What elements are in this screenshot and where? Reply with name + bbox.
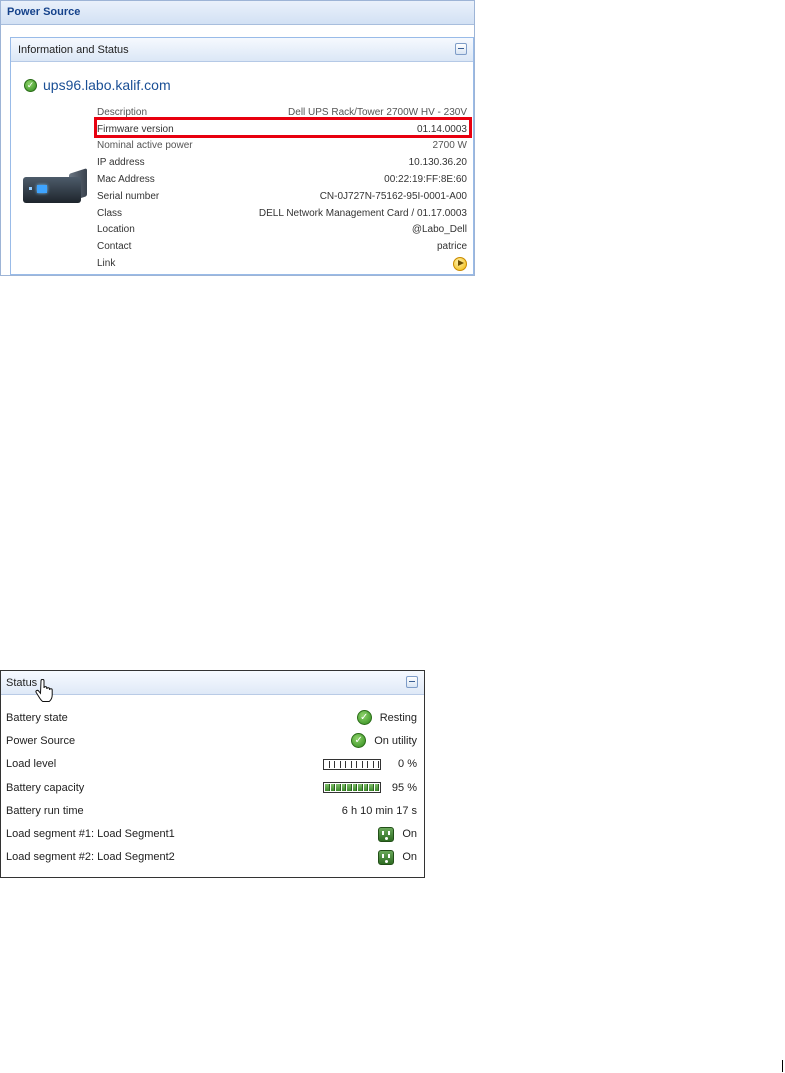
info-value: CN-0J727N-75162-95I-0001-A00 xyxy=(319,190,467,202)
battery-capacity-bar xyxy=(323,782,381,794)
info-label: Contact xyxy=(97,241,132,253)
info-label: Link xyxy=(97,258,116,270)
info-value: 00:22:19:FF:8E:60 xyxy=(384,174,467,186)
bar-segment xyxy=(325,784,330,792)
bar-segment xyxy=(325,760,330,768)
status-label: Power Source xyxy=(6,734,76,747)
info-value: 2700 W xyxy=(432,140,467,152)
info-label: Nominal active power xyxy=(97,140,193,152)
bar-segment xyxy=(374,784,379,792)
status-label: Battery run time xyxy=(6,804,84,817)
info-row-contact: Contact patrice xyxy=(97,238,467,255)
hand-cursor-icon xyxy=(35,679,53,702)
status-row-load-level: Load level 0 % xyxy=(6,753,417,776)
status-row-battery-state: Battery state ✓ Resting xyxy=(6,706,417,729)
status-title: Status xyxy=(6,677,38,689)
status-value: 95 % xyxy=(391,781,417,794)
host-name[interactable]: ups96.labo.kalif.com xyxy=(43,77,171,93)
status-label: Battery state xyxy=(6,711,68,724)
collapse-icon[interactable] xyxy=(455,43,467,55)
info-table: Description Dell UPS Rack/Tower 2700W HV… xyxy=(97,104,467,272)
ok-check-icon: ✓ xyxy=(356,710,372,726)
info-value: patrice xyxy=(436,241,467,253)
outlet-icon xyxy=(378,826,395,842)
bar-segment xyxy=(352,784,357,792)
bar-segment xyxy=(358,760,363,768)
info-label: Location xyxy=(97,224,135,236)
status-label: Battery capacity xyxy=(6,781,85,794)
bar-segment xyxy=(336,760,341,768)
info-row-nominal-power: Nominal active power 2700 W xyxy=(97,138,467,155)
status-value: On xyxy=(402,851,417,864)
info-label: Mac Address xyxy=(97,174,155,186)
ok-check-icon: ✓ xyxy=(24,78,37,92)
status-value: On xyxy=(402,828,417,841)
bar-segment xyxy=(341,760,346,768)
info-row-serial: Serial number CN-0J727N-75162-95I-0001-A… xyxy=(97,188,467,205)
info-value: DELL Network Management Card / 01.17.000… xyxy=(258,207,467,219)
info-label: Description xyxy=(97,106,148,118)
status-label: Load level xyxy=(6,758,57,771)
status-row-runtime: Battery run time 6 h 10 min 17 s xyxy=(6,799,417,822)
info-row-ip: IP address 10.130.36.20 xyxy=(97,154,467,171)
info-row-link: Link xyxy=(97,255,467,272)
bar-segment xyxy=(347,760,352,768)
bar-segment xyxy=(352,760,357,768)
info-row-mac: Mac Address 00:22:19:FF:8E:60 xyxy=(97,171,467,188)
info-value: 01.14.0003 xyxy=(416,123,467,135)
status-row-power-source: Power Source ✓ On utility xyxy=(6,729,417,752)
info-label: Firmware version xyxy=(97,123,174,135)
bar-segment xyxy=(363,784,368,792)
bar-segment xyxy=(363,760,368,768)
status-value: On utility xyxy=(374,734,417,747)
bar-segment xyxy=(358,784,363,792)
bar-segment xyxy=(369,760,374,768)
collapse-icon[interactable] xyxy=(406,676,418,688)
info-row-description: Description Dell UPS Rack/Tower 2700W HV… xyxy=(97,104,467,121)
status-value: 0 % xyxy=(398,758,417,771)
info-row-location: Location @Labo_Dell xyxy=(97,222,467,239)
information-status-title: Information and Status xyxy=(18,44,129,56)
ups-device-image xyxy=(23,168,89,203)
outlet-icon xyxy=(378,849,395,865)
status-row-battery-capacity: Battery capacity 95 % xyxy=(6,776,417,799)
status-label: Load segment #2: Load Segment2 xyxy=(6,851,175,864)
status-row-load-segment-1: Load segment #1: Load Segment1 On xyxy=(6,822,417,845)
info-label: IP address xyxy=(97,157,145,169)
info-value: Dell UPS Rack/Tower 2700W HV - 230V xyxy=(288,106,467,118)
info-row-class: Class DELL Network Management Card / 01.… xyxy=(97,205,467,222)
information-status-header: Information and Status xyxy=(11,38,473,62)
ok-check-icon: ✓ xyxy=(351,733,367,749)
status-value: 6 h 10 min 17 s xyxy=(341,804,417,817)
bar-segment xyxy=(341,784,346,792)
information-status-box: Information and Status ✓ ups96.labo.kali… xyxy=(10,37,474,275)
link-arrow-icon[interactable] xyxy=(453,256,467,271)
info-label: Class xyxy=(97,207,123,219)
load-level-bar xyxy=(323,758,381,770)
bar-segment xyxy=(374,760,379,768)
info-row-firmware: Firmware version 01.14.0003 xyxy=(97,121,467,138)
status-header[interactable]: Status xyxy=(1,671,424,695)
host-heading: ✓ ups96.labo.kalif.com xyxy=(24,76,171,94)
status-value: Resting xyxy=(379,711,417,724)
power-source-panel: Power Source Information and Status ✓ up… xyxy=(0,0,475,276)
status-rows: Battery state ✓ Resting Power Source ✓ O… xyxy=(6,706,417,869)
bar-segment xyxy=(347,784,352,792)
status-panel: Status Battery state ✓ Resting Power Sou… xyxy=(0,670,425,878)
info-value: 10.130.36.20 xyxy=(408,157,467,169)
info-label: Serial number xyxy=(97,190,160,202)
bar-segment xyxy=(369,784,374,792)
power-source-title: Power Source xyxy=(1,1,474,25)
page-edge-mark xyxy=(782,1060,783,1072)
status-label: Load segment #1: Load Segment1 xyxy=(6,828,175,841)
bar-segment xyxy=(330,760,335,768)
info-value: @Labo_Dell xyxy=(411,224,467,236)
bar-segment xyxy=(330,784,335,792)
status-row-load-segment-2: Load segment #2: Load Segment2 On xyxy=(6,846,417,869)
bar-segment xyxy=(336,784,341,792)
